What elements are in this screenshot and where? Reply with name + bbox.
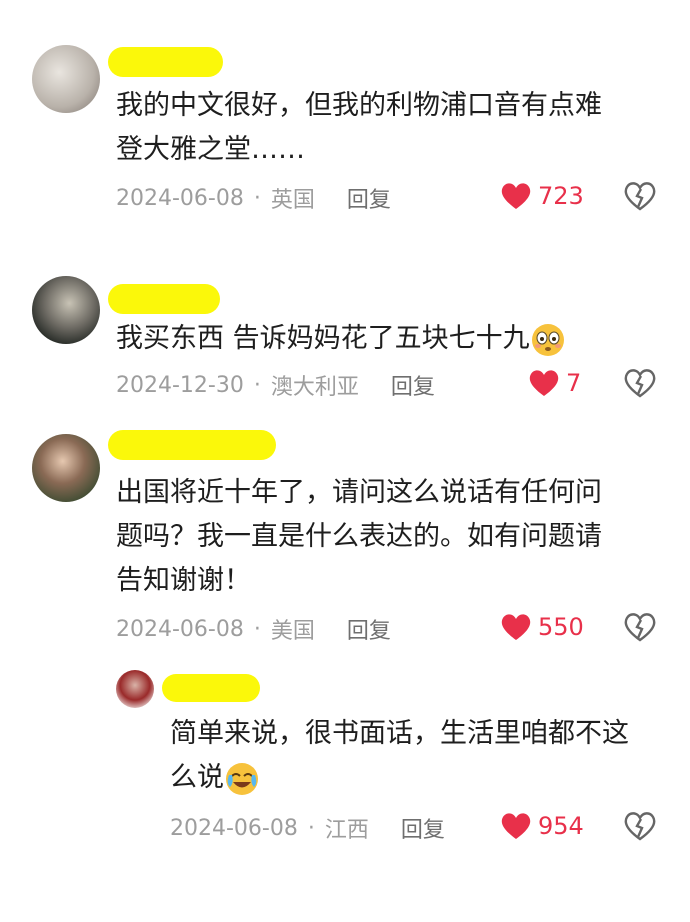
separator-dot: ·	[253, 372, 261, 398]
reply-button[interactable]: 回复	[401, 812, 445, 844]
like-button[interactable]: 550	[500, 612, 584, 642]
comment-text: 出国将近十年了，请问这么说话有任何问 题吗？我一直是什么表达的。如有问题请 告知…	[116, 471, 676, 603]
separator-dot: ·	[253, 185, 261, 211]
comment-location: 江西	[324, 818, 369, 843]
comment-text: 简单来说，很书面话，生活里咱都不这 么说	[170, 712, 680, 800]
user-avatar[interactable]	[32, 45, 100, 113]
username-redacted[interactable]	[162, 674, 260, 702]
username-redacted[interactable]	[108, 430, 276, 460]
user-avatar[interactable]	[32, 276, 100, 344]
separator-dot: ·	[253, 616, 261, 642]
heart-icon	[501, 813, 531, 839]
comment-meta: 2024-06-08 · 江西 回复	[170, 812, 445, 844]
reply-button[interactable]: 回复	[347, 182, 391, 214]
comment-text-line: 出国将近十年了，请问这么说话有任何问	[116, 477, 602, 508]
heart-icon	[501, 183, 531, 209]
reply-button[interactable]: 回复	[347, 613, 391, 645]
comment-text-line: 简单来说，很书面话，生活里咱都不这	[170, 718, 629, 749]
comment-meta: 2024-06-08 · 英国 回复	[116, 182, 391, 214]
comment-text: 我买东西 告诉妈妈花了五块七十九	[116, 317, 676, 361]
dislike-heart-icon[interactable]	[624, 181, 656, 211]
comment-text-line: 我买东西 告诉妈妈花了五块七十九	[116, 323, 530, 354]
user-avatar[interactable]	[116, 670, 154, 708]
like-count: 954	[538, 812, 584, 840]
comment-text-line: 么说	[170, 762, 224, 793]
heart-icon	[501, 614, 531, 640]
comment-meta: 2024-06-08 · 美国 回复	[116, 613, 391, 645]
heart-icon	[529, 370, 559, 396]
comment-text-line: 我的中文很好，但我的利物浦口音有点难	[116, 90, 602, 121]
like-button[interactable]: 723	[500, 181, 584, 211]
separator-dot: ·	[307, 815, 315, 841]
comment-date: 2024-06-08	[116, 185, 244, 211]
comment-meta: 2024-12-30 · 澳大利亚 回复	[116, 369, 435, 401]
comment-location: 美国	[270, 619, 315, 644]
comment-date: 2024-06-08	[116, 616, 244, 642]
comment-date: 2024-06-08	[170, 815, 298, 841]
like-button[interactable]: 7	[528, 368, 581, 398]
username-redacted[interactable]	[108, 284, 220, 314]
flushed-face-emoji-icon	[531, 323, 564, 356]
dislike-heart-icon[interactable]	[624, 368, 656, 398]
comment-text-line: 登大雅之堂……	[116, 134, 305, 165]
comment-location: 英国	[270, 188, 315, 213]
comment-location: 澳大利亚	[270, 375, 359, 400]
username-redacted[interactable]	[108, 47, 223, 77]
like-count: 7	[566, 369, 582, 397]
user-avatar[interactable]	[32, 434, 100, 502]
like-button[interactable]: 954	[500, 811, 584, 841]
dislike-heart-icon[interactable]	[624, 811, 656, 841]
like-count: 723	[538, 182, 584, 210]
comment-text: 我的中文很好，但我的利物浦口音有点难 登大雅之堂……	[116, 84, 676, 172]
comment-text-line: 告知谢谢！	[116, 565, 251, 596]
crying-laughing-emoji-icon	[226, 762, 258, 795]
reply-button[interactable]: 回复	[391, 369, 435, 401]
comment-text-line: 题吗？我一直是什么表达的。如有问题请	[116, 521, 602, 552]
comment-date: 2024-12-30	[116, 372, 244, 398]
dislike-heart-icon[interactable]	[624, 612, 656, 642]
like-count: 550	[538, 613, 584, 641]
